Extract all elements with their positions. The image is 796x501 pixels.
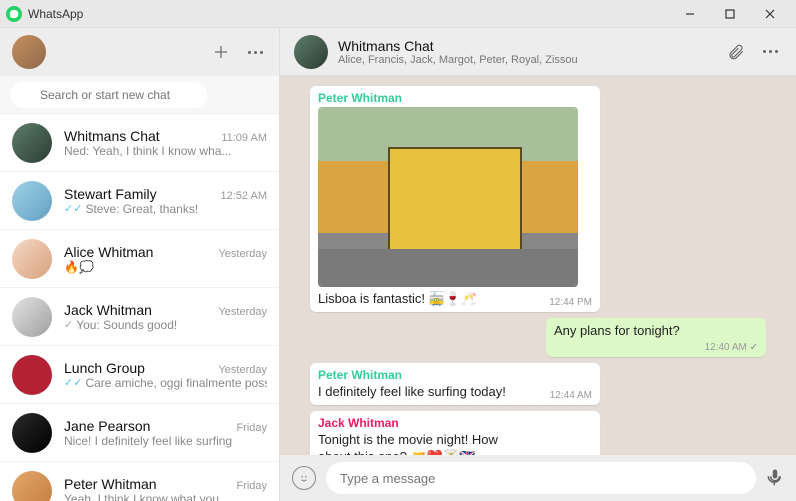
- message-sender: Peter Whitman: [318, 91, 592, 105]
- attach-button[interactable]: [724, 40, 748, 64]
- chat-preview: ✓✓ Care amiche, oggi finalmente posso: [64, 376, 267, 390]
- chat-time: 12:52 AM: [221, 190, 267, 202]
- chat-list-item[interactable]: Stewart Family 12:52 AM ✓✓ Steve: Great, …: [0, 172, 279, 230]
- message-time: 12:44 AM: [550, 454, 592, 455]
- conversation-title: Whitmans Chat: [338, 38, 714, 54]
- chat-list-item[interactable]: Whitmans Chat 11:09 AM Ned: Yeah, I think…: [0, 114, 279, 172]
- chat-preview: ✓ You: Sounds good!: [64, 318, 267, 332]
- left-header: [0, 28, 279, 76]
- chat-time: Friday: [236, 422, 267, 434]
- message-outgoing[interactable]: Any plans for tonight? 12:40 AM: [546, 318, 766, 357]
- chat-name: Stewart Family: [64, 186, 157, 202]
- conversation-avatar[interactable]: [294, 35, 328, 69]
- chat-avatar: [12, 239, 52, 279]
- chat-list-item[interactable]: Peter Whitman Friday Yeah, I think I know…: [0, 462, 279, 501]
- message-text: Lisboa is fantastic! 🚋🍷🥂: [318, 291, 477, 308]
- message-image[interactable]: [318, 107, 578, 287]
- chat-time: Yesterday: [218, 364, 267, 376]
- chat-list: Whitmans Chat 11:09 AM Ned: Yeah, I think…: [0, 114, 279, 501]
- chat-preview: Nice! I definitely feel like surfing: [64, 434, 267, 448]
- chat-name: Whitmans Chat: [64, 128, 160, 144]
- chat-avatar: [12, 471, 52, 501]
- left-menu-button[interactable]: [243, 40, 267, 64]
- chat-time: Yesterday: [218, 306, 267, 318]
- chat-preview: 🔥💭: [64, 260, 267, 274]
- conversation-panel: Whitmans Chat Alice, Francis, Jack, Marg…: [280, 28, 796, 501]
- chat-preview: Yeah, I think I know what you...: [64, 492, 267, 501]
- chat-name: Jane Pearson: [64, 418, 150, 434]
- minimize-button[interactable]: [670, 0, 710, 28]
- chat-avatar: [12, 297, 52, 337]
- conversation-members: Alice, Francis, Jack, Margot, Peter, Roy…: [338, 54, 714, 66]
- chat-list-item[interactable]: Lunch Group Yesterday ✓✓ Care amiche, ogg…: [0, 346, 279, 404]
- chat-preview: Ned: Yeah, I think I know wha...: [64, 144, 267, 158]
- whatsapp-logo-icon: [6, 6, 22, 22]
- chat-name: Jack Whitman: [64, 302, 152, 318]
- message-incoming[interactable]: Jack Whitman Tonight is the movie night!…: [310, 411, 600, 455]
- chat-preview: ✓✓ Steve: Great, thanks!: [64, 202, 267, 216]
- close-button[interactable]: [750, 0, 790, 28]
- conversation-header: Whitmans Chat Alice, Francis, Jack, Marg…: [280, 28, 796, 76]
- chat-name: Peter Whitman: [64, 476, 157, 492]
- composer: [280, 455, 796, 501]
- search-input[interactable]: [10, 82, 207, 108]
- maximize-button[interactable]: [710, 0, 750, 28]
- message-text: Any plans for tonight?: [554, 323, 758, 340]
- chat-list-item[interactable]: Alice Whitman Yesterday 🔥💭: [0, 230, 279, 288]
- chat-time: Yesterday: [218, 248, 267, 260]
- message-incoming[interactable]: Peter Whitman Lisboa is fantastic! 🚋🍷🥂 1…: [310, 86, 600, 312]
- voice-button[interactable]: [766, 468, 784, 489]
- message-text: I definitely feel like surfing today!: [318, 384, 506, 401]
- chat-list-item[interactable]: Jack Whitman Yesterday ✓ You: Sounds good…: [0, 288, 279, 346]
- chat-avatar: [12, 355, 52, 395]
- chat-avatar: [12, 123, 52, 163]
- new-chat-button[interactable]: [209, 40, 233, 64]
- conversation-menu-button[interactable]: [758, 40, 782, 64]
- chat-avatar: [12, 181, 52, 221]
- chat-time: Friday: [236, 480, 267, 492]
- message-time: 12:44 AM: [550, 390, 592, 401]
- chat-list-panel: Whitmans Chat 11:09 AM Ned: Yeah, I think…: [0, 28, 280, 501]
- chat-avatar: [12, 413, 52, 453]
- window-titlebar: WhatsApp: [0, 0, 796, 28]
- me-avatar[interactable]: [12, 35, 46, 69]
- chat-list-item[interactable]: Jane Pearson Friday Nice! I definitely fe…: [0, 404, 279, 462]
- message-time: 12:44 PM: [549, 297, 592, 308]
- message-sender: Peter Whitman: [318, 368, 592, 382]
- search-bar: [0, 76, 279, 114]
- message-incoming[interactable]: Peter Whitman I definitely feel like sur…: [310, 363, 600, 405]
- message-sender: Jack Whitman: [318, 416, 592, 430]
- app-title: WhatsApp: [28, 7, 83, 21]
- messages-area: Peter Whitman Lisboa is fantastic! 🚋🍷🥂 1…: [280, 76, 796, 455]
- message-input[interactable]: [326, 462, 756, 494]
- message-text: Tonight is the movie night! How about th…: [318, 432, 528, 455]
- message-time: 12:40 AM: [554, 342, 758, 353]
- chat-name: Alice Whitman: [64, 244, 153, 260]
- chat-time: 11:09 AM: [221, 132, 267, 144]
- emoji-button[interactable]: [292, 466, 316, 490]
- chat-name: Lunch Group: [64, 360, 145, 376]
